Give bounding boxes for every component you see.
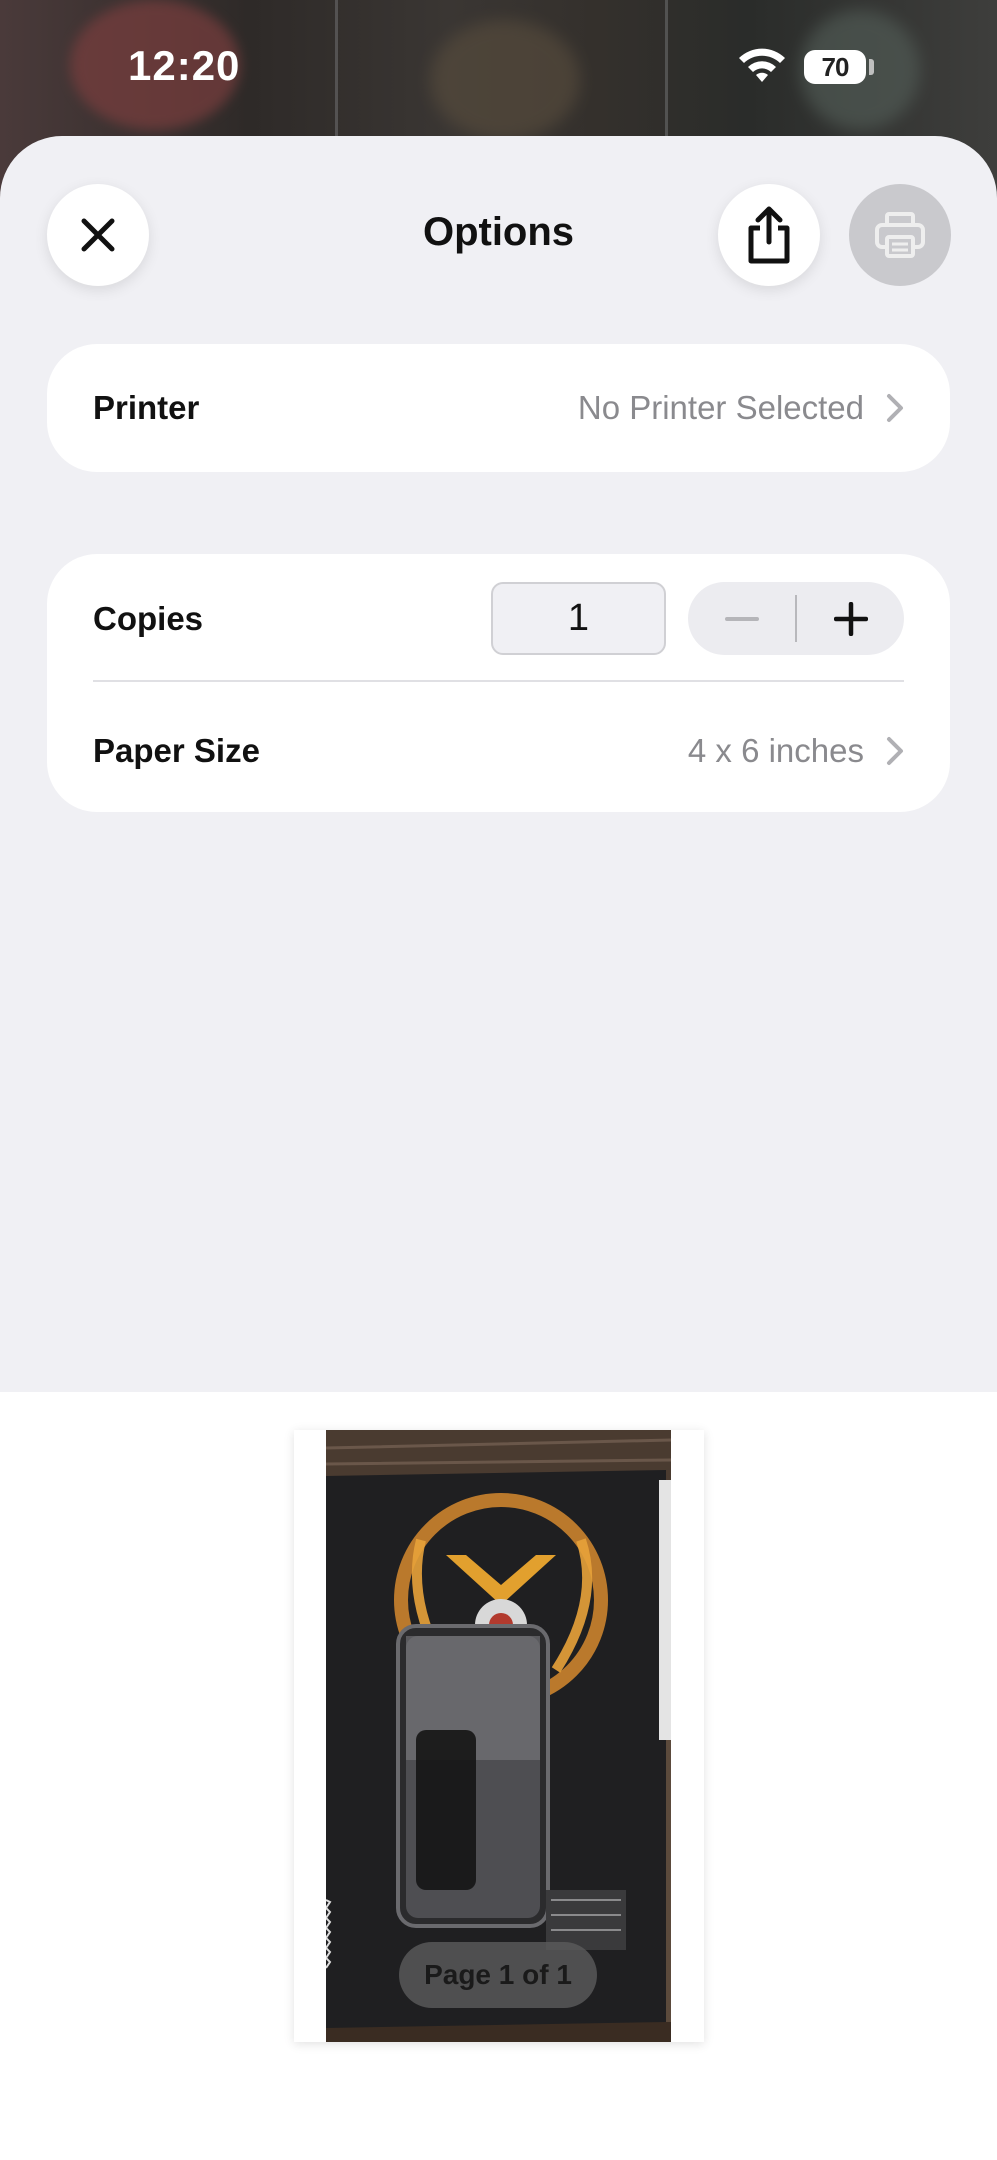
minus-icon bbox=[724, 616, 759, 621]
printer-icon bbox=[875, 212, 925, 258]
print-options-screen: 12:20 70 Options Printer No Printer Sele… bbox=[0, 0, 997, 2160]
chevron-right-icon bbox=[887, 394, 903, 422]
copies-paper-card: Copies 1 Paper Size 4 x 6 inches bbox=[47, 554, 950, 812]
chevron-right-icon bbox=[887, 737, 903, 765]
plus-icon bbox=[833, 601, 868, 636]
battery-cap bbox=[869, 59, 874, 75]
copies-stepper bbox=[688, 582, 904, 655]
share-icon bbox=[748, 206, 790, 264]
increment-button[interactable] bbox=[797, 582, 904, 655]
page-indicator: Page 1 of 1 bbox=[399, 1942, 597, 2008]
copies-label: Copies bbox=[93, 600, 204, 637]
printer-value: No Printer Selected bbox=[577, 389, 864, 426]
wifi-icon bbox=[739, 48, 785, 82]
copies-field[interactable]: 1 bbox=[491, 582, 666, 655]
print-button[interactable] bbox=[849, 184, 951, 286]
battery-indicator: 70 bbox=[804, 50, 866, 84]
printer-label: Printer bbox=[93, 389, 200, 426]
status-time: 12:20 bbox=[128, 42, 241, 89]
decrement-button[interactable] bbox=[688, 582, 795, 655]
printer-card[interactable]: Printer No Printer Selected bbox=[47, 344, 950, 472]
sheet-title: Options bbox=[422, 210, 575, 254]
row-divider bbox=[93, 680, 904, 682]
share-button[interactable] bbox=[718, 184, 820, 286]
paper-size-value[interactable]: 4 x 6 inches bbox=[688, 732, 864, 770]
paper-size-label: Paper Size bbox=[93, 732, 260, 769]
